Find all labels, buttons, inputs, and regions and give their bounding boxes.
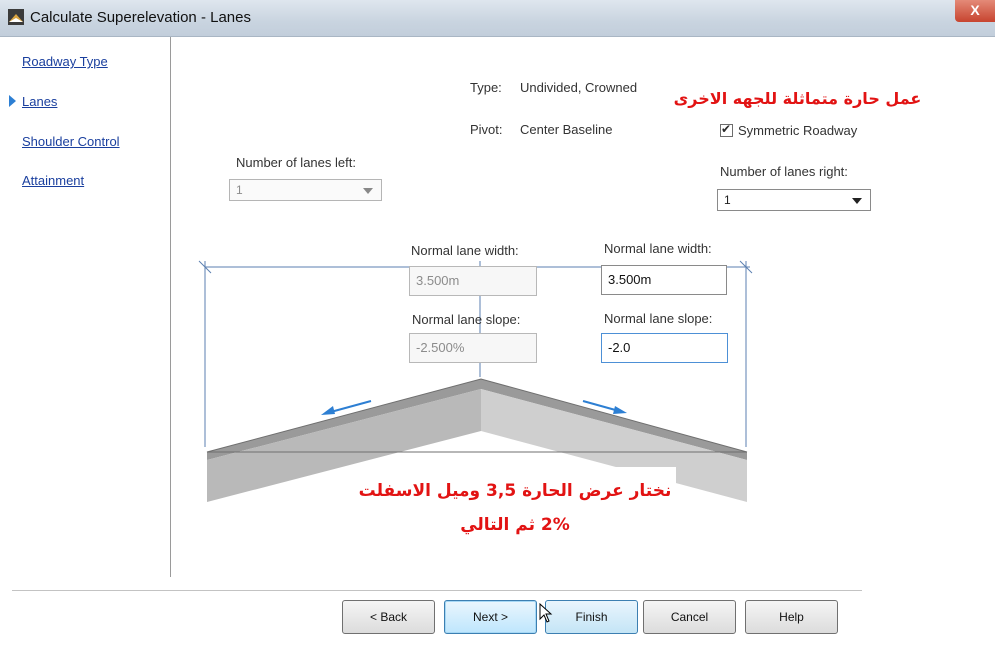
help-button[interactable]: Help	[745, 600, 838, 634]
window-title: Calculate Superelevation - Lanes	[30, 9, 251, 26]
checkmark-icon: ✔	[721, 122, 732, 136]
chevron-down-icon	[852, 198, 862, 204]
lanes-left-label: Number of lanes left:	[236, 155, 356, 170]
finish-button[interactable]: Finish	[545, 600, 638, 634]
lanes-right-label: Number of lanes right:	[720, 164, 848, 179]
left-lane-width-field[interactable]: 3.500m	[409, 266, 537, 296]
right-lane-slope-field[interactable]: -2.0	[601, 333, 728, 363]
pivot-value: Center Baseline	[520, 122, 613, 137]
left-lane-slope-field[interactable]: -2.500%	[409, 333, 537, 363]
footer-separator	[12, 590, 862, 591]
lanes-left-value: 1	[236, 183, 243, 197]
mouse-cursor-icon	[539, 603, 553, 623]
next-button[interactable]: Next >	[444, 600, 537, 634]
chevron-down-icon	[363, 188, 373, 194]
nav-item-roadway-type[interactable]: Roadway Type	[22, 54, 108, 69]
right-lane-slope-label: Normal lane slope:	[604, 311, 713, 326]
dialog-body: Roadway Type Lanes Shoulder Control Atta…	[0, 37, 995, 649]
right-slope-arrow-icon	[613, 406, 627, 414]
right-lane-width-field[interactable]: 3.500m	[601, 265, 727, 295]
nav-item-shoulder-control[interactable]: Shoulder Control	[22, 134, 120, 149]
right-lane-width-label: Normal lane width:	[604, 241, 712, 256]
type-value: Undivided, Crowned	[520, 80, 638, 95]
annotation-top: عمل حارة متماثلة للجهه الاخرى	[651, 84, 944, 114]
symmetric-roadway-checkbox[interactable]: ✔	[720, 122, 733, 137]
nav-item-attainment[interactable]: Attainment	[22, 173, 84, 188]
annotation-bottom-line1: نختار عرض الحارة 3,5 وميل الاسفلت	[358, 481, 672, 501]
title-bar: Calculate Superelevation - Lanes X	[0, 0, 995, 37]
wizard-nav: Roadway Type Lanes Shoulder Control Atta…	[0, 37, 171, 577]
annotation-bottom: نختار عرض الحارة 3,5 وميل الاسفلت 2% ثم …	[354, 467, 676, 567]
symmetric-roadway-label: Symmetric Roadway	[738, 123, 858, 138]
current-step-arrow-icon	[9, 95, 16, 107]
annotation-bottom-line2: 2% ثم التالي	[460, 515, 570, 535]
type-label: Type:	[470, 80, 502, 95]
close-button[interactable]: X	[955, 0, 995, 22]
lanes-left-select[interactable]: 1	[229, 179, 382, 201]
back-button[interactable]: < Back	[342, 600, 435, 634]
left-lane-slope-label: Normal lane slope:	[412, 312, 521, 327]
close-icon: X	[970, 2, 980, 18]
left-slope-arrow-icon	[321, 406, 335, 415]
pivot-label: Pivot:	[470, 122, 503, 137]
lanes-right-value: 1	[724, 193, 731, 207]
left-lane-width-label: Normal lane width:	[411, 243, 519, 258]
nav-item-lanes[interactable]: Lanes	[22, 94, 57, 109]
app-icon	[8, 9, 24, 25]
cancel-button[interactable]: Cancel	[643, 600, 736, 634]
lanes-right-select[interactable]: 1	[717, 189, 871, 211]
